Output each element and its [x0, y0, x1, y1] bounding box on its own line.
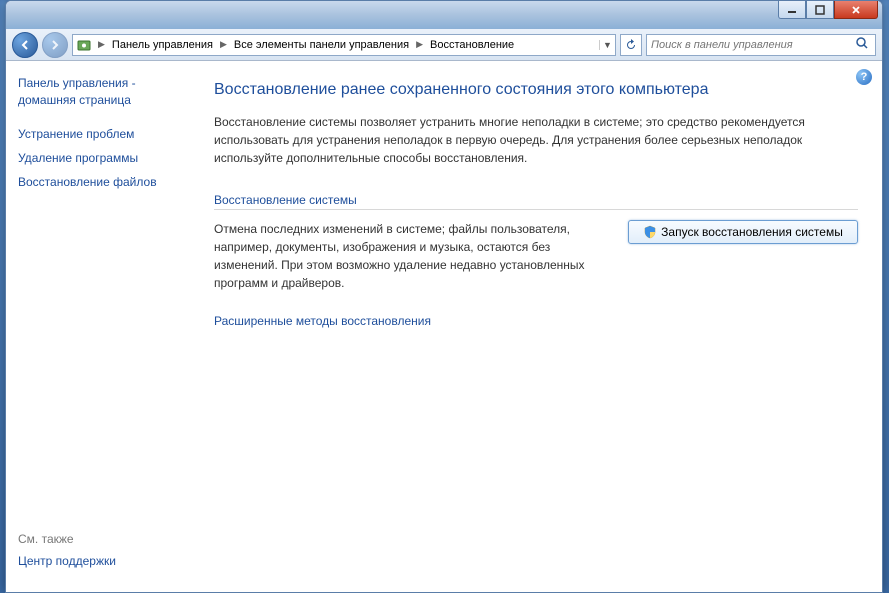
sidebar-action-center-link[interactable]: Центр поддержки	[18, 554, 194, 568]
chevron-right-icon[interactable]: ▶	[413, 39, 426, 50]
minimize-button[interactable]	[778, 1, 806, 19]
search-box[interactable]	[646, 34, 876, 56]
advanced-recovery-link[interactable]: Расширенные методы восстановления	[214, 314, 431, 328]
content-area: Панель управления - домашняя страница Ус…	[6, 61, 882, 592]
forward-button[interactable]	[42, 32, 68, 58]
navigation-bar: ▶ Панель управления ▶ Все элементы панел…	[6, 29, 882, 61]
restore-description: Отмена последних изменений в системе; фа…	[214, 220, 608, 292]
breadcrumb-control-panel[interactable]: Панель управления	[108, 39, 217, 51]
back-button[interactable]	[12, 32, 38, 58]
maximize-button[interactable]	[806, 1, 834, 19]
address-dropdown-button[interactable]: ▼	[599, 40, 615, 50]
main-content: ? Восстановление ранее сохраненного сост…	[206, 61, 882, 592]
sidebar-link-uninstall[interactable]: Удаление программы	[18, 151, 194, 165]
search-input[interactable]	[651, 39, 855, 51]
control-panel-icon	[75, 36, 93, 54]
restore-row: Отмена последних изменений в системе; фа…	[214, 220, 858, 292]
shield-icon	[643, 225, 657, 239]
sidebar: Панель управления - домашняя страница Ус…	[6, 61, 206, 592]
breadcrumb-recovery[interactable]: Восстановление	[426, 39, 518, 51]
breadcrumb-all-items[interactable]: Все элементы панели управления	[230, 39, 413, 51]
sidebar-link-file-recovery[interactable]: Восстановление файлов	[18, 175, 194, 189]
open-system-restore-button[interactable]: Запуск восстановления системы	[628, 220, 858, 244]
control-panel-window: ▶ Панель управления ▶ Все элементы панел…	[5, 0, 883, 593]
address-bar[interactable]: ▶ Панель управления ▶ Все элементы панел…	[72, 34, 616, 56]
window-controls	[778, 1, 878, 19]
sidebar-home-link[interactable]: Панель управления - домашняя страница	[18, 75, 194, 109]
restore-button-label: Запуск восстановления системы	[661, 225, 843, 239]
page-description: Восстановление системы позволяет устрани…	[214, 113, 858, 167]
page-title: Восстановление ранее сохраненного состоя…	[214, 81, 858, 99]
refresh-button[interactable]	[620, 34, 642, 56]
sidebar-link-troubleshoot[interactable]: Устранение проблем	[18, 127, 194, 141]
sidebar-see-also-header: См. также	[18, 532, 194, 546]
help-icon[interactable]: ?	[856, 69, 872, 85]
chevron-right-icon[interactable]: ▶	[95, 39, 108, 50]
close-button[interactable]	[834, 1, 878, 19]
chevron-right-icon[interactable]: ▶	[217, 39, 230, 50]
system-restore-section-header: Восстановление системы	[214, 193, 858, 210]
window-titlebar[interactable]	[6, 1, 882, 29]
search-icon[interactable]	[855, 36, 871, 53]
